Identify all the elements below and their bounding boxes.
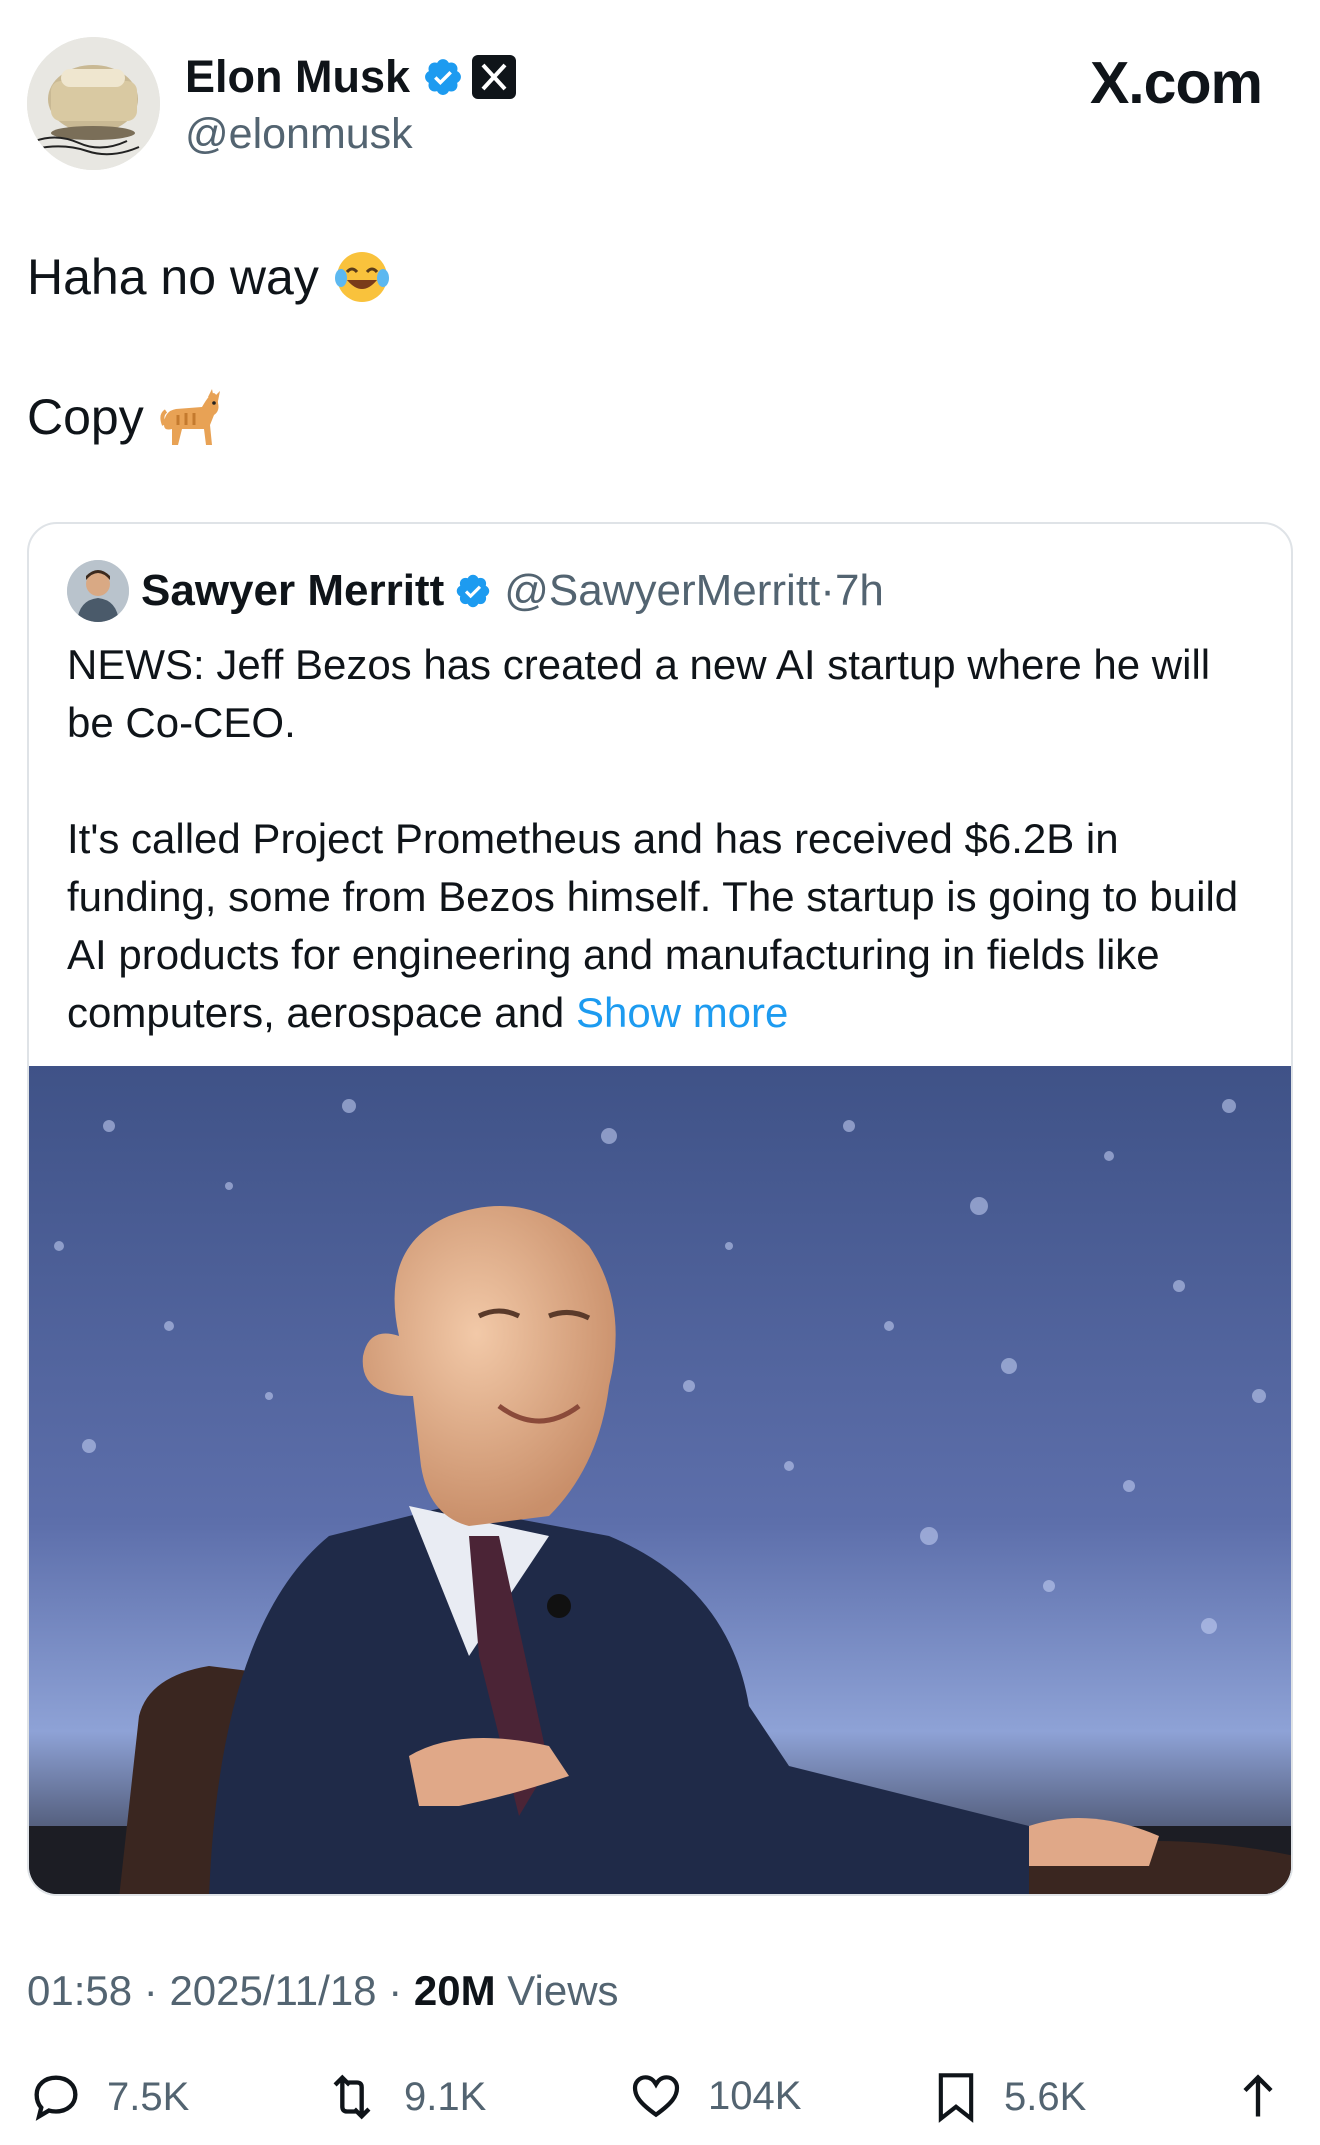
- repost-icon: [333, 2074, 371, 2120]
- tweet-meta: 01:58 · 2025/11/18 · 20M Views: [27, 1964, 619, 2018]
- quoted-author-name[interactable]: Sawyer Merritt: [141, 564, 444, 618]
- tears-of-joy-emoji-icon: [334, 252, 389, 302]
- tweet-time[interactable]: 01:58: [27, 1967, 132, 2014]
- like-button[interactable]: 104K: [626, 2068, 801, 2124]
- verified-badge-icon[interactable]: [422, 56, 464, 98]
- author-display-name[interactable]: Elon Musk: [185, 50, 410, 104]
- quoted-tweet-photo[interactable]: [29, 1066, 1291, 1894]
- separator-dot: ·: [388, 1967, 403, 2014]
- quoted-tweet-time[interactable]: 7h: [835, 564, 884, 618]
- tweet-text: Copy: [27, 389, 144, 445]
- show-more-link[interactable]: Show more: [576, 989, 788, 1036]
- tweet-text: Haha no way: [27, 249, 319, 305]
- author-avatar[interactable]: [27, 37, 160, 170]
- bookmark-icon: [938, 2073, 974, 2123]
- brand-watermark: X.com: [1089, 50, 1263, 116]
- quoted-paragraph-1: NEWS: Jeff Bezos has created a new AI st…: [67, 641, 1211, 746]
- reply-button[interactable]: 7.5K: [27, 2068, 189, 2126]
- bookmark-count: 5.6K: [1004, 2075, 1087, 2119]
- tweet-date[interactable]: 2025/11/18: [169, 1967, 376, 2014]
- tweet-text-line-1: Haha no way: [27, 247, 391, 307]
- share-button[interactable]: [1232, 2068, 1306, 2126]
- views-label[interactable]: Views: [507, 1967, 618, 2014]
- tweet-text-line-2: Copy: [27, 385, 224, 449]
- like-count: 104K: [708, 2074, 802, 2118]
- verified-badge-icon[interactable]: [454, 572, 492, 610]
- bezos-photo-image: [29, 1066, 1291, 1894]
- quoted-author-handle[interactable]: @SawyerMerritt: [504, 564, 820, 618]
- author-handle[interactable]: @elonmusk: [185, 108, 413, 160]
- x-logo-icon[interactable]: [472, 55, 517, 99]
- heart-icon: [632, 2075, 680, 2118]
- bookmark-button[interactable]: 5.6K: [930, 2068, 1086, 2126]
- quoted-tweet-header: Sawyer Merritt @SawyerMerritt · 7h: [67, 560, 884, 622]
- views-count: 20M: [413, 1967, 496, 2014]
- reply-count: 7.5K: [107, 2075, 190, 2119]
- separator-dot: ·: [143, 1967, 158, 2014]
- quoted-tweet-text: NEWS: Jeff Bezos has created a new AI st…: [67, 636, 1267, 1042]
- author-name-row: Elon Musk: [185, 50, 517, 104]
- repost-count: 9.1K: [404, 2075, 487, 2119]
- share-icon: [1243, 2074, 1273, 2117]
- quoted-author-avatar[interactable]: [67, 560, 129, 622]
- repost-button[interactable]: 9.1K: [322, 2068, 486, 2126]
- reply-icon: [34, 2075, 78, 2121]
- cat-emoji-icon: [160, 389, 220, 445]
- separator-dot: ·: [820, 566, 835, 615]
- quoted-paragraph-2: It's called Project Prometheus and has r…: [67, 810, 1267, 1042]
- avatar-image: [67, 560, 129, 622]
- avatar-image: [27, 37, 160, 170]
- quoted-tweet-card[interactable]: Sawyer Merritt @SawyerMerritt · 7h NEWS:…: [27, 522, 1293, 1896]
